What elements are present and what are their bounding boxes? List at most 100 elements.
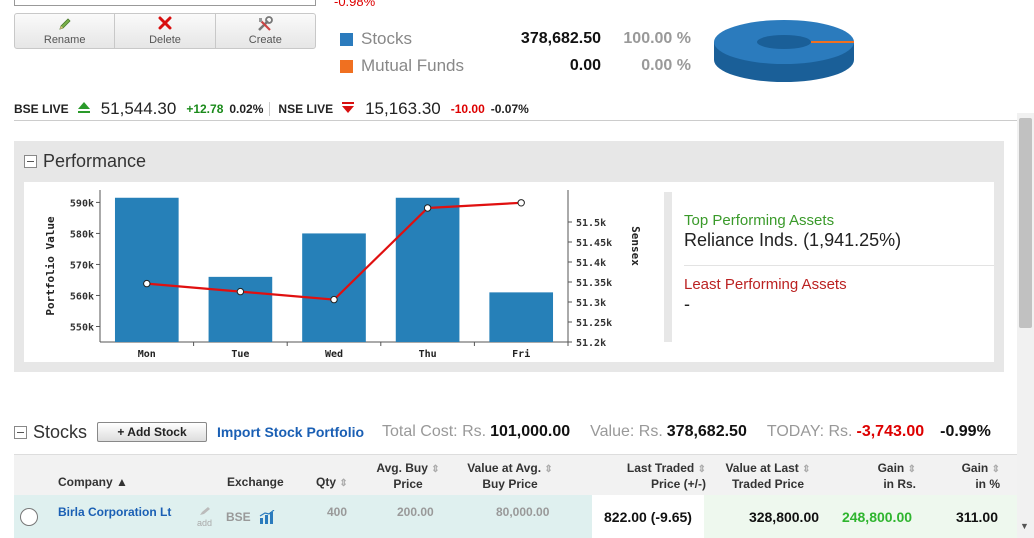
scrollbar-thumb[interactable] (1019, 118, 1032, 328)
portfolio-toolbar: Rename Delete Create (14, 13, 316, 49)
col-gain-rs[interactable]: Gain ⇕ in Rs. (860, 461, 916, 491)
allocation-pie-chart (714, 20, 854, 82)
last-traded-value: 822.00 (-9.65) (592, 495, 704, 538)
col-value-avg[interactable]: Value at Avg. ⇕ Buy Price (460, 461, 560, 491)
col-qty[interactable]: Qty ⇕ (316, 475, 348, 491)
top-performing-value: Reliance Inds. (1,941.25%) (684, 230, 902, 250)
delete-x-icon (158, 16, 172, 34)
delete-label: Delete (149, 34, 181, 46)
market-ticker: BSE LIVE 51,544.30 +12.78 0.02% NSE LIVE… (14, 98, 1032, 121)
y-tick-label: 560k (70, 291, 94, 302)
sort-icon: ⇕ (544, 464, 553, 475)
gain-rs-value: 248,800.00 (834, 495, 920, 538)
y-axis-title: Portfolio Value (44, 216, 57, 316)
nse-pct: -0.07% (490, 102, 529, 116)
performance-chart: 550k 560k 570k 580k 590k 51.2k 51.25k 51.3k 51.3… (44, 190, 642, 360)
chart-bar (208, 276, 273, 342)
down-arrow-icon (341, 101, 355, 118)
import-portfolio-link[interactable]: Import Stock Portfolio (217, 424, 364, 440)
col-gain-pct-label: Gain (961, 461, 989, 475)
add-transaction-button[interactable]: add (197, 495, 212, 538)
delete-button[interactable]: Delete (115, 14, 216, 48)
col-qty-label: Qty (316, 475, 337, 489)
least-performing-label: Least Performing Assets (684, 276, 847, 293)
performance-chart-area: 550k 560k 570k 580k 590k 51.2k 51.25k 51.3k 51.3… (24, 182, 994, 362)
y-tick-label: 580k (70, 229, 94, 240)
tools-icon (256, 16, 274, 34)
x-tick-label: Wed (325, 349, 343, 360)
least-performing-value: - (684, 294, 690, 314)
chart-bar (302, 233, 366, 342)
y2-tick-label: 51.3k (576, 298, 606, 309)
value-avg-value: 80,000.00 (496, 505, 550, 519)
y-tick-label: 550k (70, 322, 94, 333)
col-company[interactable]: Company ▲ (58, 475, 128, 489)
row-radio[interactable] (20, 507, 38, 526)
stocks-table-header: Company ▲ Exchange Qty ⇕ Avg. Buy ⇕ Price… (14, 454, 1018, 495)
col-gain-rs-label: Gain (877, 461, 905, 475)
bse-value: 51,544.30 (100, 99, 177, 118)
sensex-point (236, 287, 245, 296)
row-select[interactable] (20, 495, 38, 538)
portfolio-change-pct: -0.98% (334, 0, 376, 9)
exchange-value: BSE (226, 509, 251, 524)
x-tick-label: Thu (419, 349, 437, 360)
allocation-row-mutual-funds: Mutual Funds 0.00 0.00 % (340, 55, 691, 77)
rename-button[interactable]: Rename (15, 14, 116, 48)
rename-label: Rename (43, 34, 86, 46)
create-button[interactable]: Create (216, 14, 315, 48)
performance-header: Performance (24, 151, 146, 172)
sort-icon: ⇕ (907, 464, 916, 475)
stocks-header: Stocks + Add Stock Import Stock Portfoli… (14, 420, 1014, 444)
up-arrow-icon (77, 101, 91, 118)
sort-icon: ⇕ (802, 464, 811, 475)
portfolio-page: -0.98% Rename Delete Create Stocks 378,6… (0, 0, 1034, 538)
chart-bars (114, 197, 554, 342)
sensex-point (143, 279, 151, 288)
col-exchange: Exchange (227, 475, 284, 489)
col-last-traded[interactable]: Last Traded ⇕ Price (+/-) (612, 461, 706, 491)
nse-label: NSE LIVE (278, 102, 334, 116)
collapse-performance-icon[interactable] (24, 155, 37, 168)
bse-pct: 0.02% (229, 102, 264, 116)
allocation-legend: Stocks 378,682.50 100.00 % Mutual Funds … (340, 28, 691, 77)
company-link[interactable]: Birla Corporation Lt (58, 495, 171, 538)
chart-icon[interactable] (259, 495, 275, 538)
y2-axis-title: Sensex (629, 226, 642, 266)
sort-icon: ⇕ (991, 464, 1000, 475)
y-tick-label: 570k (70, 260, 94, 271)
today-label: TODAY: Rs. (766, 423, 853, 440)
y2-tick-label: 51.4k (576, 258, 606, 269)
sort-icon: ⇕ (697, 464, 706, 475)
value-last-value: 328,800.00 (704, 495, 834, 538)
y2-tick-label: 51.2k (576, 338, 606, 349)
qty-value: 400 (327, 505, 348, 519)
mutual-funds-swatch (340, 59, 353, 73)
y2-tick-label: 51.35k (576, 278, 612, 289)
performance-title: Performance (43, 151, 147, 171)
bse-change: +12.78 (186, 102, 224, 116)
x-tick-label: Tue (231, 349, 249, 360)
allocation-value: 0.00 (569, 57, 601, 74)
col-gain-pct-sublabel: in % (975, 477, 1000, 491)
add-stock-button[interactable]: + Add Stock (97, 422, 208, 442)
table-row[interactable]: Birla Corporation Lt add BSE 400 200.00 … (14, 495, 1018, 538)
col-value-last[interactable]: Value at Last ⇕ Traded Price (722, 461, 814, 491)
y2-tick-label: 51.45k (576, 238, 612, 249)
col-gain-pct[interactable]: Gain ⇕ in % (944, 461, 1000, 491)
nse-value: 15,163.30 (365, 99, 441, 118)
col-avg-buy-label: Avg. Buy (376, 461, 428, 475)
col-company-label: Company (58, 475, 113, 489)
col-value-avg-label: Value at Avg. (467, 461, 542, 475)
portfolio-name-input[interactable] (14, 0, 316, 6)
create-label: Create (248, 34, 282, 46)
pencil-icon (199, 506, 211, 518)
add-label: add (197, 517, 213, 528)
scroll-down-icon[interactable]: ▼ (1020, 521, 1029, 531)
avg-buy-value: 200.00 (397, 505, 434, 519)
sensex-point (423, 204, 432, 212)
collapse-stocks-icon[interactable] (14, 425, 27, 439)
col-avg-buy[interactable]: Avg. Buy ⇕ Price (366, 461, 450, 491)
total-cost-value: 101,000.00 (490, 423, 571, 440)
col-last-traded-label: Last Traded (626, 461, 695, 475)
